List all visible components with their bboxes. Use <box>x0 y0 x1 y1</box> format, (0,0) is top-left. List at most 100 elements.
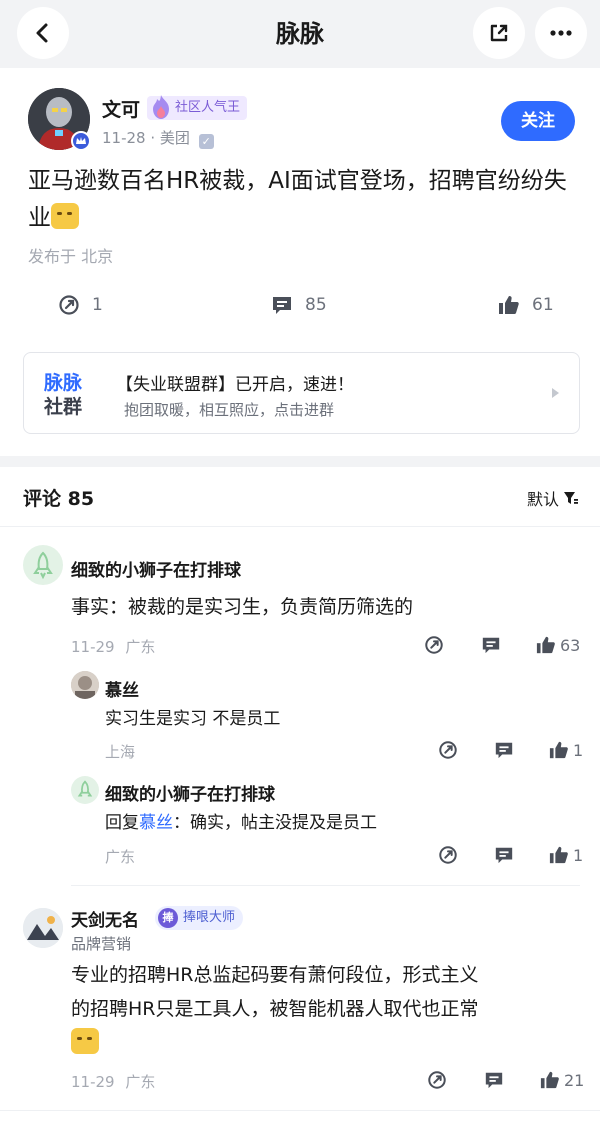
comment-like-count: 63 <box>560 635 581 655</box>
comment-reply-button[interactable] <box>484 1070 504 1090</box>
reply-region: 上海 <box>105 743 136 761</box>
reply-text[interactable]: 回复慕丝：确实，帖主没提及是员工 <box>105 808 377 833</box>
author-badge-label: 社区人气王 <box>175 100 241 115</box>
comments-heading: 评论 85 <box>23 488 95 510</box>
repost-icon <box>59 295 79 315</box>
comment-date: 11-29 <box>71 638 115 656</box>
thumbs-up-icon <box>540 1071 559 1089</box>
reply-body: ：确实，帖主没提及是员工 <box>173 813 377 833</box>
reply-repost-button[interactable] <box>438 740 458 760</box>
reply-mention[interactable]: 慕丝 <box>139 813 173 833</box>
crown-icon <box>71 131 91 151</box>
reply-like-count: 1 <box>573 740 584 760</box>
comment-region: 广东 <box>125 638 156 656</box>
author-name[interactable]: 文可 <box>102 95 140 122</box>
like-button[interactable]: 61 <box>498 294 554 316</box>
verified-icon: ✓ <box>198 134 214 149</box>
like-count: 61 <box>532 295 554 315</box>
comment-icon <box>495 742 513 759</box>
comment-avatar[interactable] <box>23 545 63 585</box>
comment-reply-button[interactable] <box>481 635 501 655</box>
sweat-emoji-icon <box>51 203 79 229</box>
comment-repost-button[interactable] <box>427 1070 447 1090</box>
comment-icon <box>482 637 500 654</box>
reply-reply-button[interactable] <box>494 845 514 865</box>
thumbs-up-icon <box>549 741 568 759</box>
badge-medal-icon: 捧 <box>158 908 178 928</box>
comment-text-line2[interactable]: 的招聘HR只是工具人，被智能机器人取代也正常 <box>71 992 479 1027</box>
community-subtitle: 抱团取暖，相互照应，点击进群 <box>124 401 335 419</box>
comment-author[interactable]: 细致的小狮子在打排球 <box>71 556 241 581</box>
rocket-avatar-icon <box>33 551 53 580</box>
community-logo: 脉脉 社群 <box>44 371 82 419</box>
reply-author[interactable]: 慕丝 <box>105 676 139 701</box>
reply-like-button[interactable]: 1 <box>549 845 583 865</box>
post-date: 11-28 <box>102 129 146 147</box>
comment-text-line1[interactable]: 专业的招聘HR总监起码要有萧何段位，形式主义 <box>71 958 479 993</box>
community-logo-line2: 社群 <box>44 396 83 418</box>
post-stats: 1 85 61 <box>0 294 600 328</box>
community-logo-line1: 脉脉 <box>44 372 83 394</box>
reply-repost-button[interactable] <box>438 845 458 865</box>
repost-button[interactable]: 1 <box>58 294 103 316</box>
comment-repost-button[interactable] <box>424 635 444 655</box>
thumbs-up-icon <box>549 846 568 864</box>
filter-icon <box>564 492 579 504</box>
follow-button[interactable]: 关注 <box>501 101 575 141</box>
reply-reply-button[interactable] <box>494 740 514 760</box>
share-icon <box>490 24 508 42</box>
comment-avatar[interactable] <box>23 908 63 948</box>
reply-like-button[interactable]: 1 <box>549 740 583 760</box>
reply-text[interactable]: 实习生是实习 不是员工 <box>105 704 280 729</box>
repost-icon <box>425 636 443 654</box>
avatar-image <box>23 908 63 948</box>
sort-dropdown[interactable]: 默认 <box>527 486 579 510</box>
author-company: · 美团 <box>150 129 190 147</box>
play-arrow-icon <box>552 388 559 398</box>
comment-icon <box>273 297 291 314</box>
repost-icon <box>428 1071 446 1089</box>
repost-count: 1 <box>92 295 103 315</box>
comment-count: 85 <box>305 295 327 315</box>
reply-avatar[interactable] <box>71 671 99 699</box>
rocket-avatar-icon <box>77 780 93 797</box>
avatar-image <box>71 671 99 699</box>
comment-icon <box>495 847 513 864</box>
comment-icon <box>485 1072 503 1089</box>
comment-meta: 11-29 广东 <box>71 1071 155 1092</box>
reply-like-count: 1 <box>573 845 584 865</box>
commenter-title: 品牌营销 <box>71 935 132 953</box>
sort-label: 默认 <box>527 490 560 509</box>
share-button[interactable] <box>473 7 525 59</box>
comment-divider <box>71 885 580 886</box>
grin-emoji-icon <box>71 1028 99 1054</box>
thumbs-up-icon <box>536 636 555 654</box>
comment-text[interactable]: 事实：被裁的是实习生，负责简历筛选的 <box>71 590 413 625</box>
post-text: 亚马逊数百名HR被裁，AI面试官登场，招聘官纷纷失业 <box>28 168 567 231</box>
reply-author[interactable]: 细致的小狮子在打排球 <box>105 780 275 805</box>
comment-button[interactable]: 85 <box>271 294 327 316</box>
community-title: 【失业联盟群】已开启，速进！ <box>116 375 354 395</box>
comment-like-button[interactable]: 21 <box>540 1070 584 1090</box>
comment-author[interactable]: 天剑无名 <box>71 906 139 931</box>
community-card[interactable]: 脉脉 社群 【失业联盟群】已开启，速进！ 抱团取暖，相互照应，点击进群 <box>23 352 580 434</box>
author-badge[interactable]: 社区人气王 <box>147 95 248 120</box>
comment-like-button[interactable]: 63 <box>536 635 580 655</box>
reply-avatar[interactable] <box>71 776 99 804</box>
comment-date: 11-29 <box>71 1073 115 1091</box>
top-nav-bar: 脉脉 <box>0 0 600 68</box>
commenter-badge-label: 捧哏大师 <box>183 910 236 925</box>
post-location: 发布于 北京 <box>28 247 114 266</box>
more-button[interactable] <box>535 7 587 59</box>
repost-icon <box>439 741 457 759</box>
reply-region: 广东 <box>105 848 136 866</box>
bottom-divider <box>0 1110 600 1111</box>
post-content[interactable]: 亚马逊数百名HR被裁，AI面试官登场，招聘官纷纷失业 <box>28 163 568 237</box>
comment-like-count: 21 <box>564 1070 585 1090</box>
comment-region: 广东 <box>125 1073 156 1091</box>
repost-icon <box>439 846 457 864</box>
commenter-badge[interactable]: 捧 捧哏大师 <box>155 906 244 930</box>
section-divider <box>0 456 600 467</box>
post-meta: 11-28 · 美团 ✓ <box>102 127 214 149</box>
reply-prefix: 回复 <box>105 813 139 833</box>
